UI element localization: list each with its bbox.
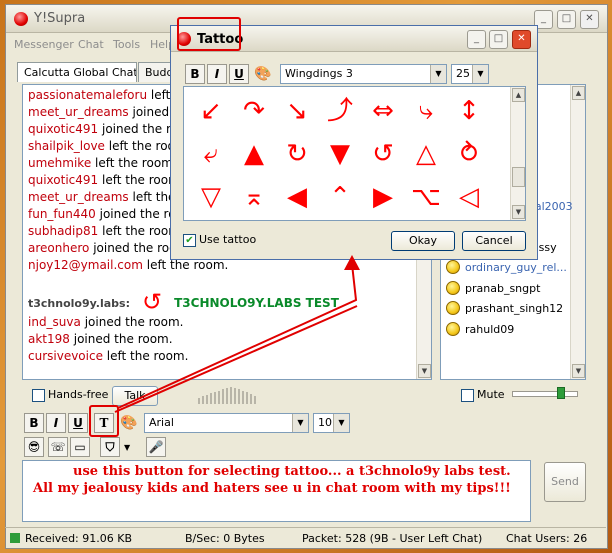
arrow-head-icon [344,255,360,270]
arrow-line-inner [114,305,358,413]
annotation-arrows [114,255,360,413]
arrow-line-to-dialog [117,263,358,409]
